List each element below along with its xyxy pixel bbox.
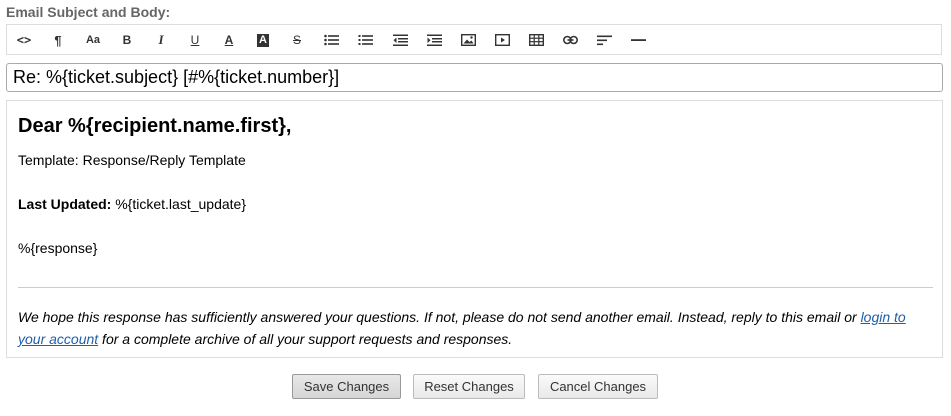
align-icon[interactable] [591, 29, 617, 51]
last-updated-line: Last Updated: %{ticket.last_update} [18, 196, 246, 212]
italic-icon[interactable]: I [148, 29, 174, 51]
template-line: Template: Response/Reply Template [18, 152, 246, 168]
background-color-icon[interactable]: A [250, 29, 276, 51]
underline-icon[interactable]: U [182, 29, 208, 51]
code-view-icon[interactable]: <> [11, 29, 37, 51]
save-button[interactable]: Save Changes [292, 374, 401, 399]
email-body-editor[interactable]: Dear %{recipient.name.first}, Template: … [6, 100, 943, 358]
outdent-icon[interactable] [387, 29, 413, 51]
last-updated-label: Last Updated: [18, 196, 112, 212]
insert-image-icon[interactable] [455, 29, 481, 51]
subject-input[interactable] [6, 63, 943, 92]
insert-link-icon[interactable] [557, 29, 583, 51]
insert-table-icon[interactable] [523, 29, 549, 51]
bold-icon[interactable]: B [114, 29, 140, 51]
font-color-icon[interactable]: A [216, 29, 242, 51]
indent-icon[interactable] [421, 29, 447, 51]
strikethrough-icon[interactable]: S [284, 29, 310, 51]
horizontal-rule-icon[interactable] [625, 29, 651, 51]
paragraph-icon[interactable]: ¶ [45, 29, 71, 51]
insert-video-icon[interactable] [489, 29, 515, 51]
reset-button[interactable]: Reset Changes [413, 374, 525, 399]
editor-toolbar: <> ¶ Aa B I U A A S [6, 24, 942, 55]
footer-text: We hope this response has sufficiently a… [18, 309, 906, 347]
section-label: Email Subject and Body: [6, 4, 171, 20]
cancel-button[interactable]: Cancel Changes [538, 374, 658, 399]
response-variable: %{response} [18, 240, 98, 256]
unordered-list-icon[interactable] [318, 29, 344, 51]
font-size-icon[interactable]: Aa [80, 29, 106, 51]
greeting-heading: Dear %{recipient.name.first}, [18, 115, 292, 137]
ordered-list-icon[interactable] [352, 29, 378, 51]
last-updated-value: %{ticket.last_update} [111, 196, 246, 212]
horizontal-rule [18, 287, 933, 288]
